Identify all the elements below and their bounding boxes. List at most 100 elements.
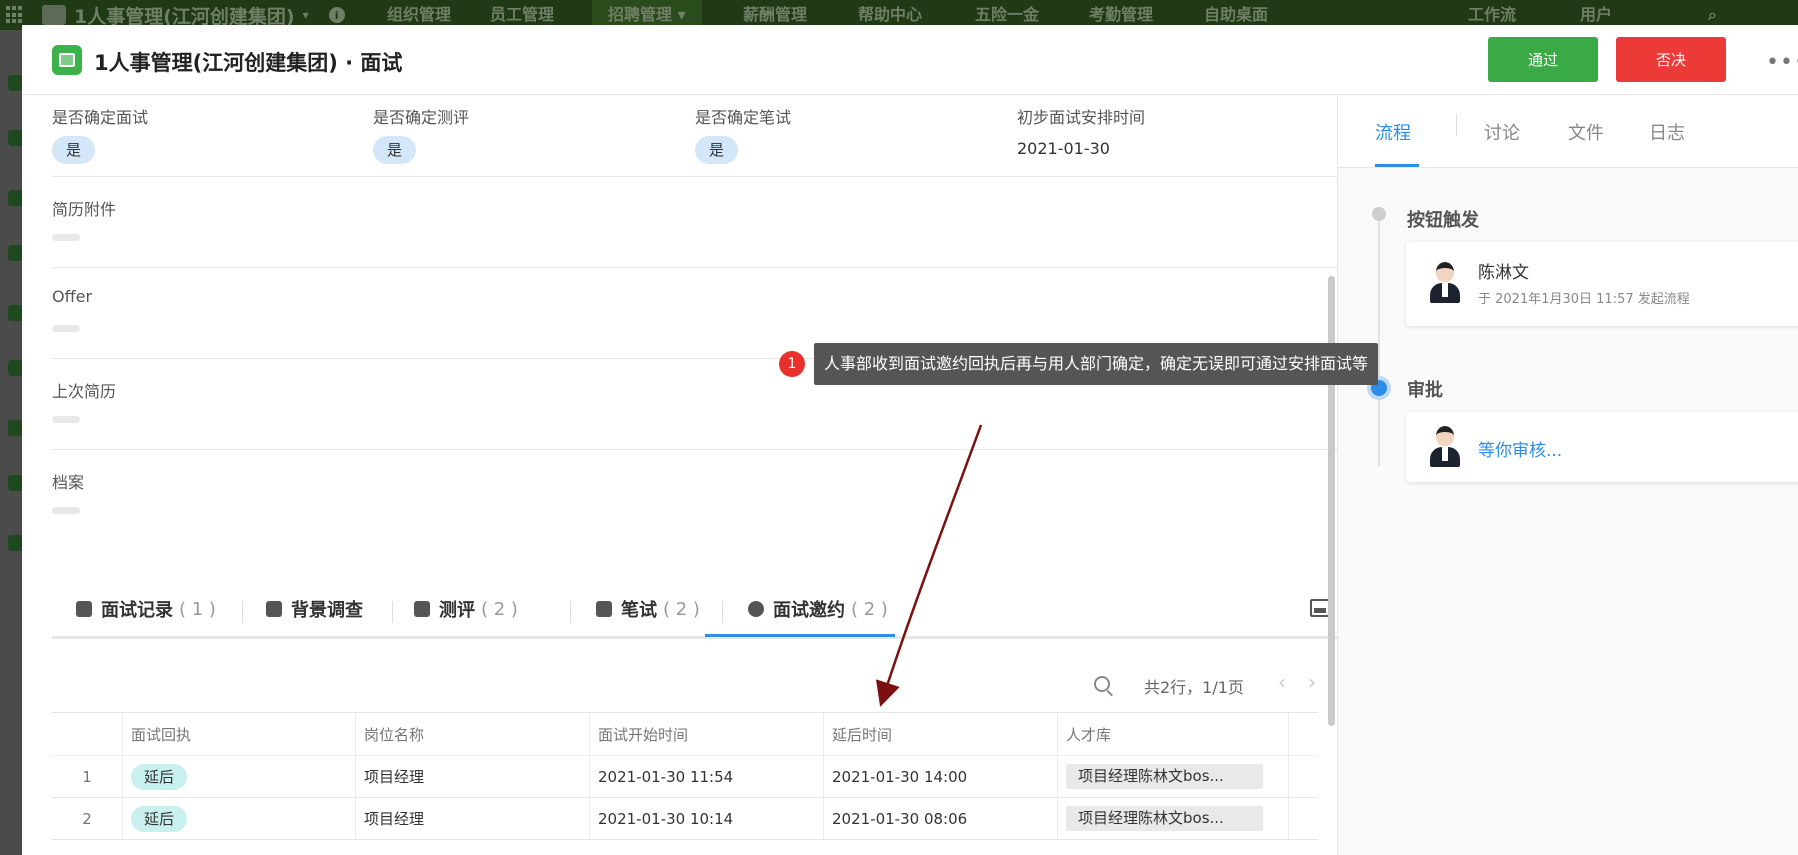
- chevron-down-icon: ▾: [302, 8, 309, 22]
- divider: [52, 449, 1338, 450]
- guide-step-badge: 1: [779, 351, 805, 377]
- apps-grid-icon: [6, 6, 24, 24]
- cell-position: 项目经理: [355, 756, 589, 797]
- table-row[interactable]: 2 延后 项目经理 2021-01-30 10:14 2021-01-30 08…: [52, 798, 1318, 840]
- header-cell-index: [52, 713, 122, 755]
- workflow-panel: 流程 讨论 文件 日志 按钮触发 陈淋文 于 2021年1月30日 11:57 …: [1337, 96, 1798, 855]
- app-logo-icon: [52, 45, 82, 75]
- pending-review-link[interactable]: 等你审核...: [1478, 436, 1562, 461]
- tab-process[interactable]: 流程: [1375, 119, 1411, 145]
- cell-receipt: 延后: [122, 798, 355, 839]
- step-title-trigger: 按钮触发: [1407, 210, 1479, 231]
- cell-talent-pool: 项目经理陈林文bos...: [1057, 756, 1289, 797]
- tab-files[interactable]: 文件: [1568, 119, 1604, 145]
- table-toolbar: 共2行，1/1页 ‹ ›: [52, 656, 1338, 716]
- empty-value-placeholder[interactable]: [52, 325, 80, 332]
- timeline-line: [1378, 216, 1380, 466]
- empty-value-placeholder[interactable]: [52, 234, 80, 241]
- cell-start-time: 2021-01-30 10:14: [589, 798, 823, 839]
- header-cell[interactable]: 人才库: [1057, 713, 1289, 755]
- next-page-button[interactable]: ›: [1308, 670, 1316, 694]
- tab-background-check[interactable]: 背景调查: [266, 591, 369, 627]
- tab-discussion[interactable]: 讨论: [1484, 119, 1520, 145]
- field-label-confirm-written-test: 是否确定笔试: [695, 108, 792, 127]
- header-cell[interactable]: 面试开始时间: [589, 713, 823, 755]
- field-label-confirm-assessment: 是否确定测评: [373, 108, 470, 127]
- tab-log[interactable]: 日志: [1649, 119, 1685, 145]
- tab-interview-invitation[interactable]: 面试邀约( 2 ): [748, 591, 888, 627]
- tab-divider: [242, 601, 243, 623]
- table-row[interactable]: 1 延后 项目经理 2021-01-30 11:54 2021-01-30 14…: [52, 756, 1318, 798]
- tab-divider: [722, 601, 723, 623]
- side-tabs: 流程 讨论 文件 日志: [1338, 96, 1798, 168]
- cell-start-time: 2021-01-30 11:54: [589, 756, 823, 797]
- record-form: 是否确定面试 是 是否确定测评 是 是否确定笔试 是 初步面试安排时间 2021…: [22, 96, 1344, 855]
- prev-page-button[interactable]: ‹: [1278, 670, 1286, 694]
- related-tabs: 面试记录( 1 ) 背景调查 测评( 2 ) 笔试( 2 ) 面试邀约( 2 ): [52, 579, 1338, 639]
- field-value-confirm-written-test[interactable]: 是: [695, 136, 739, 164]
- active-tab-indicator: [705, 634, 895, 637]
- app-logo-icon: [42, 5, 66, 25]
- cell-receipt: 延后: [122, 756, 355, 797]
- field-label-confirm-interview: 是否确定面试: [52, 108, 149, 127]
- background-sidebar: [0, 30, 24, 855]
- header-cell[interactable]: 面试回执: [122, 713, 355, 755]
- row-index: 2: [82, 809, 92, 828]
- invitation-table: 面试回执 岗位名称 面试开始时间 延后时间 人才库 1 延后 项目经理 2021…: [52, 712, 1318, 840]
- field-value-confirm-interview[interactable]: 是: [52, 136, 96, 164]
- talent-link[interactable]: 项目经理陈林文bos...: [1066, 764, 1263, 789]
- receipt-tag: 延后: [131, 805, 188, 832]
- section-last-resume: 上次简历: [52, 382, 117, 401]
- cell-position: 项目经理: [355, 798, 589, 839]
- tab-interview-records[interactable]: 面试记录( 1 ): [76, 591, 216, 627]
- cell-delay-time: 2021-01-30 14:00: [823, 756, 1057, 797]
- talent-link[interactable]: 项目经理陈林文bos...: [1066, 806, 1263, 831]
- initiator-name: 陈淋文: [1478, 263, 1529, 283]
- step-title-approval: 审批: [1407, 380, 1443, 401]
- people-icon: [266, 601, 282, 617]
- cell-delay-time: 2021-01-30 08:06: [823, 798, 1057, 839]
- step-card-initiator: 陈淋文 于 2021年1月30日 11:57 发起流程: [1406, 242, 1798, 326]
- pager-summary: 共2行，1/1页: [1144, 678, 1244, 697]
- header-cell[interactable]: 延后时间: [823, 713, 1057, 755]
- section-resume-attachment: 简历附件: [52, 200, 117, 219]
- guide-tooltip: 人事部收到面试邀约回执后再与用人部门确定，确定无误即可通过安排面试等: [814, 343, 1379, 385]
- check-badge-icon: [748, 601, 764, 617]
- interview-modal: 1人事管理(江河创建集团) · 面试 通过 否决 ••• 是否确定面试 是 是否…: [22, 25, 1798, 855]
- tab-written-test[interactable]: 笔试( 2 ): [596, 591, 700, 627]
- edit-icon: [76, 601, 92, 617]
- search-icon[interactable]: [1094, 676, 1110, 692]
- header-cell[interactable]: 岗位名称: [355, 713, 589, 755]
- table-header: 面试回执 岗位名称 面试开始时间 延后时间 人才库: [52, 712, 1318, 756]
- receipt-tag: 延后: [131, 763, 188, 790]
- tab-divider: [392, 601, 393, 623]
- modal-header: 1人事管理(江河创建集团) · 面试 通过 否决 •••: [22, 25, 1798, 95]
- cell-talent-pool: 项目经理陈林文bos...: [1057, 798, 1289, 839]
- modal-title: 1人事管理(江河创建集团) · 面试: [94, 51, 403, 75]
- empty-value-placeholder[interactable]: [52, 416, 80, 423]
- more-icon[interactable]: •••: [1766, 50, 1798, 75]
- avatar: [1428, 426, 1462, 468]
- reject-button[interactable]: 否决: [1616, 37, 1726, 82]
- active-tab-indicator: [1375, 164, 1419, 167]
- row-index: 1: [82, 767, 92, 786]
- empty-value-placeholder[interactable]: [52, 507, 80, 514]
- tab-assessment[interactable]: 测评( 2 ): [414, 591, 518, 627]
- field-label-interview-time: 初步面试安排时间: [1017, 108, 1146, 127]
- timeline-dot-done: [1372, 207, 1386, 221]
- tab-divider: [570, 601, 571, 623]
- pass-button[interactable]: 通过: [1488, 37, 1598, 82]
- home-icon: [596, 601, 612, 617]
- avatar: [1428, 262, 1462, 304]
- panel-layout-icon[interactable]: [1310, 599, 1330, 617]
- divider: [52, 267, 1338, 268]
- divider: [52, 176, 1338, 177]
- field-value-confirm-assessment[interactable]: 是: [373, 136, 417, 164]
- field-value-interview-time[interactable]: 2021-01-30: [1017, 139, 1110, 158]
- step-card-approver: 等你审核...: [1406, 412, 1798, 482]
- tab-divider: [1456, 114, 1457, 136]
- home-icon: [414, 601, 430, 617]
- initiated-time: 于 2021年1月30日 11:57 发起流程: [1478, 292, 1690, 307]
- info-icon: i: [328, 7, 345, 23]
- section-offer: Offer: [52, 287, 93, 306]
